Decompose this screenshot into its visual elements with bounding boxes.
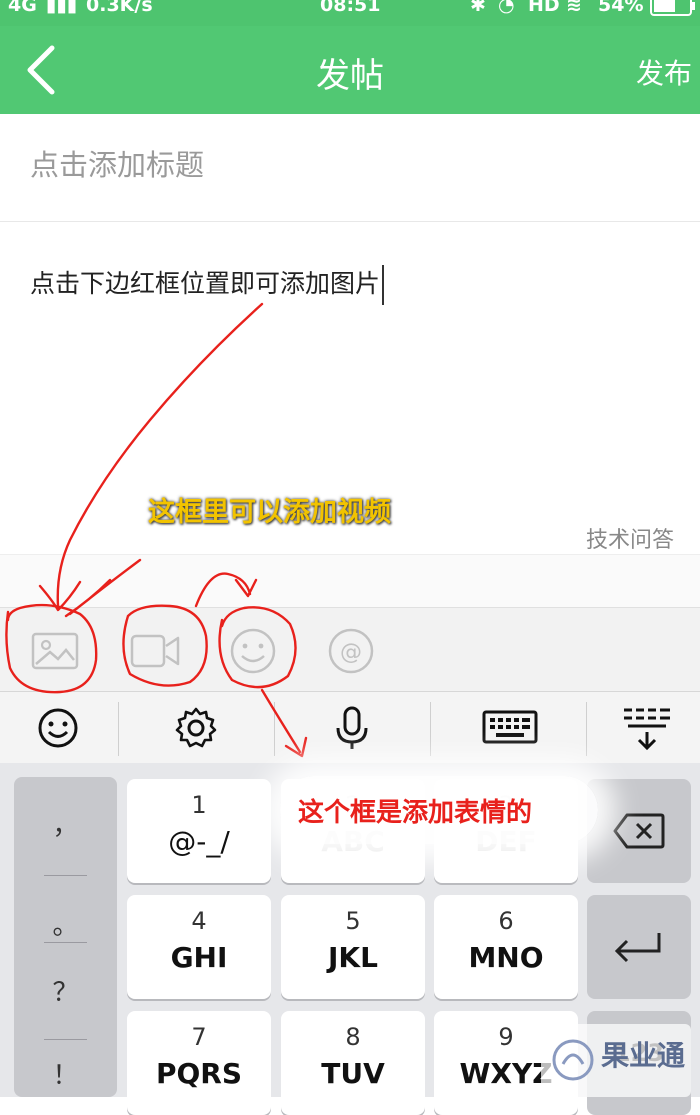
- punctuation-column: ， 。 ？ ！: [14, 777, 117, 1097]
- hd-indicator: HD: [528, 0, 560, 16]
- watermark-logo-icon: [552, 1039, 594, 1081]
- image-icon[interactable]: [30, 626, 80, 676]
- page-title: 发帖: [316, 56, 384, 96]
- emoji-hint-annotation: 这个框是添加表情的: [280, 776, 598, 844]
- at-icon[interactable]: @: [326, 626, 376, 676]
- app-header: 发帖 发布: [0, 26, 700, 114]
- enter-key[interactable]: [587, 895, 691, 999]
- keyboard-icon[interactable]: [482, 704, 538, 752]
- key-6[interactable]: 6 MNO: [434, 895, 578, 999]
- key-exclamation[interactable]: ！: [14, 1055, 117, 1105]
- video-hint-annotation: 这框里可以添加视频: [148, 497, 391, 528]
- publish-button[interactable]: 发布: [636, 52, 692, 92]
- title-input[interactable]: [30, 148, 670, 182]
- enter-icon: [614, 933, 661, 963]
- key-question[interactable]: ？: [14, 972, 117, 1022]
- video-icon[interactable]: [130, 626, 180, 676]
- signal-icon: ▮▮▮: [46, 0, 78, 16]
- key-8[interactable]: 8 TUV: [281, 1011, 425, 1115]
- key-comma[interactable]: ，: [14, 805, 117, 855]
- key-4[interactable]: 4 GHI: [127, 895, 271, 999]
- backspace-icon: [613, 813, 665, 849]
- status-bar: 4G ▮▮▮ 0.3K/s 08:51 ✱ ◔ HD ≋ 54%: [0, 0, 700, 26]
- key-7[interactable]: 7 PQRS: [127, 1011, 271, 1115]
- wifi-icon: ≋: [566, 0, 582, 16]
- battery-icon: [650, 0, 696, 21]
- post-body-text: 点击下边红框位置即可添加图片: [30, 269, 381, 298]
- emoji-icon[interactable]: [34, 704, 82, 752]
- watermark-text: 果业通: [601, 1039, 686, 1072]
- battery-level: 54%: [598, 0, 644, 16]
- network-speed: 0.3K/s: [86, 0, 153, 16]
- key-5[interactable]: 5 JKL: [281, 895, 425, 999]
- key-period[interactable]: 。: [14, 905, 117, 955]
- alarm-icon: ◔: [498, 0, 515, 16]
- emoji-icon[interactable]: [228, 626, 278, 676]
- title-row: [0, 114, 700, 222]
- text-cursor: [382, 265, 385, 305]
- keyboard-function-bar: [0, 691, 700, 764]
- key-1[interactable]: 1 @-_/: [127, 779, 271, 883]
- clock: 08:51: [320, 0, 381, 16]
- category-tag[interactable]: 技术问答: [586, 522, 674, 554]
- emoji-hint-text: 这个框是添加表情的: [298, 798, 533, 828]
- keyboard-collapse-icon[interactable]: [620, 704, 676, 752]
- bluetooth-icon: ✱: [470, 0, 486, 16]
- microphone-icon[interactable]: [328, 704, 376, 752]
- post-body[interactable]: 点击下边红框位置即可添加图片: [30, 264, 385, 305]
- gear-icon[interactable]: [172, 704, 220, 752]
- attachment-toolbar: @: [0, 607, 700, 692]
- network-type: 4G: [8, 0, 37, 16]
- at-glyph: @: [340, 640, 362, 665]
- backspace-key[interactable]: [587, 779, 691, 883]
- divider-strip: [0, 554, 700, 608]
- watermark: 果业通: [541, 1024, 691, 1097]
